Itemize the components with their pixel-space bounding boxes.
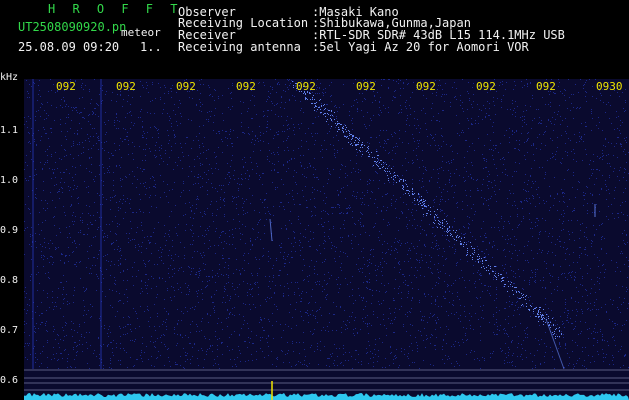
spectrogram-canvas [24,79,629,400]
time-label: 092 [476,80,496,93]
noise-speckle [24,79,629,369]
header-panel: H R O F F T UT2508090920.pn meteor 25.08… [0,0,629,78]
axis-unit: kHz [0,72,19,83]
time-label: 092 [356,80,376,93]
echo-tail [545,318,565,370]
baseline-signal [24,393,629,400]
app-brand: H R O F F T [48,2,183,16]
meteor-count: 1.. [140,40,162,54]
y-tick-1-1: 1.1 [0,125,19,136]
antenna-value: :5el Yagi Az 20 for Aomori VOR [312,40,529,54]
y-tick-0-6: 0.6 [0,375,19,386]
spectrogram [24,79,629,400]
noise-column [100,79,102,369]
date-time: 25.08.09 09:20 [18,40,120,54]
y-tick-1-0: 1.0 [0,175,19,186]
time-label: 092 [176,80,196,93]
y-tick-0-9: 0.9 [0,225,19,236]
noise-column [32,79,34,369]
antenna-label: Receiving antenna [178,40,301,54]
detection-type: meteor [121,26,161,39]
time-label: 0930 [596,80,623,93]
time-label: 092 [56,80,76,93]
time-label: 092 [536,80,556,93]
y-tick-0-7: 0.7 [0,325,19,336]
hrofft-window: H R O F F T UT2508090920.pn meteor 25.08… [0,0,629,400]
time-label: 092 [116,80,136,93]
time-label: 092 [236,80,256,93]
y-tick-0-8: 0.8 [0,275,19,286]
meteor-echo-trace [292,81,562,339]
time-label: 092 [296,80,316,93]
file-name: UT2508090920.pn [18,20,127,34]
time-label: 092 [416,80,436,93]
